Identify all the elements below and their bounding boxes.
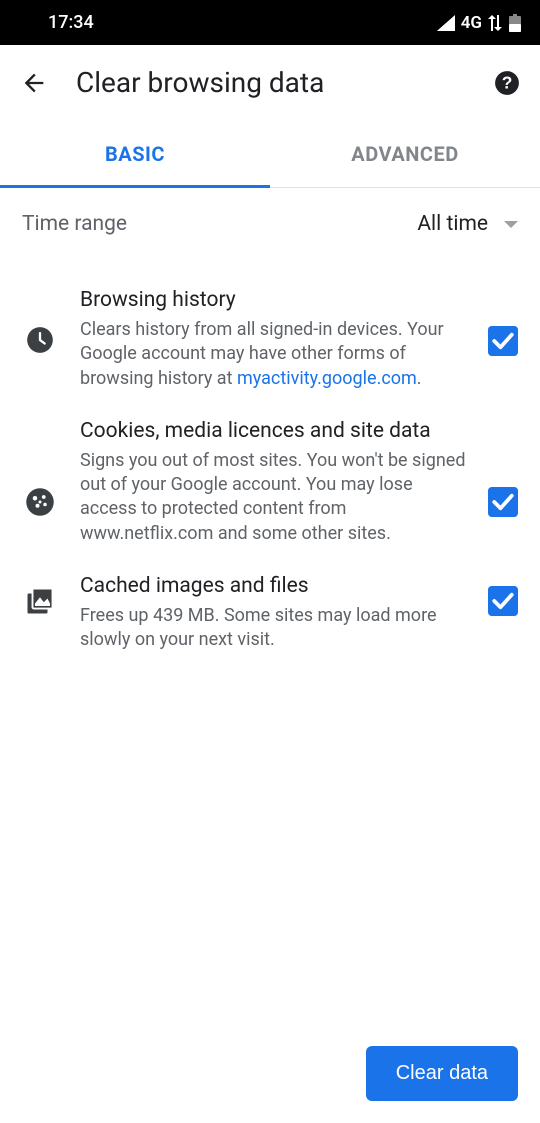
network-type: 4G [461,13,482,33]
option-content: Cookies, media licences and site data Si… [80,419,466,546]
status-time: 17:34 [48,12,94,33]
battery-icon [508,14,522,32]
page-title: Clear browsing data [76,66,466,99]
back-button[interactable] [20,69,48,97]
option-desc: Clears history from all signed-in device… [80,318,466,391]
myactivity-link[interactable]: myactivity.google.com [237,368,417,389]
tab-basic[interactable]: BASIC [0,120,270,187]
time-range-label: Time range [22,212,127,236]
option-content: Browsing history Clears history from all… [80,288,466,391]
checkbox-history[interactable] [488,288,518,360]
help-button[interactable]: ? [494,70,520,96]
dropdown-icon [504,221,518,228]
svg-text:?: ? [502,72,513,92]
option-cookies[interactable]: Cookies, media licences and site data Si… [0,391,540,546]
data-arrows-icon [488,15,502,31]
option-title: Cookies, media licences and site data [80,419,466,443]
tab-advanced[interactable]: ADVANCED [270,120,540,187]
time-range-text: All time [417,212,488,236]
option-desc: Frees up 439 MB. Some sites may load mor… [80,604,466,653]
time-range-value: All time [417,212,518,236]
signal-icon [437,15,455,31]
tabs: BASIC ADVANCED [0,120,540,188]
clear-data-button[interactable]: Clear data [366,1046,518,1101]
clock-icon [22,288,58,354]
option-cache[interactable]: Cached images and files Frees up 439 MB.… [0,546,540,653]
images-icon [22,574,58,616]
cookie-icon [22,419,58,517]
checkbox-cache[interactable] [488,574,518,620]
option-desc: Signs you out of most sites. You won't b… [80,449,466,546]
time-range-selector[interactable]: Time range All time [0,188,540,260]
option-browsing-history[interactable]: Browsing history Clears history from all… [0,260,540,391]
header: Clear browsing data ? [0,45,540,120]
option-content: Cached images and files Frees up 439 MB.… [80,574,466,653]
option-title: Browsing history [80,288,466,312]
checkbox-cookies[interactable] [488,419,518,521]
option-title: Cached images and files [80,574,466,598]
status-right: 4G [437,13,522,33]
status-bar: 17:34 4G [0,0,540,45]
